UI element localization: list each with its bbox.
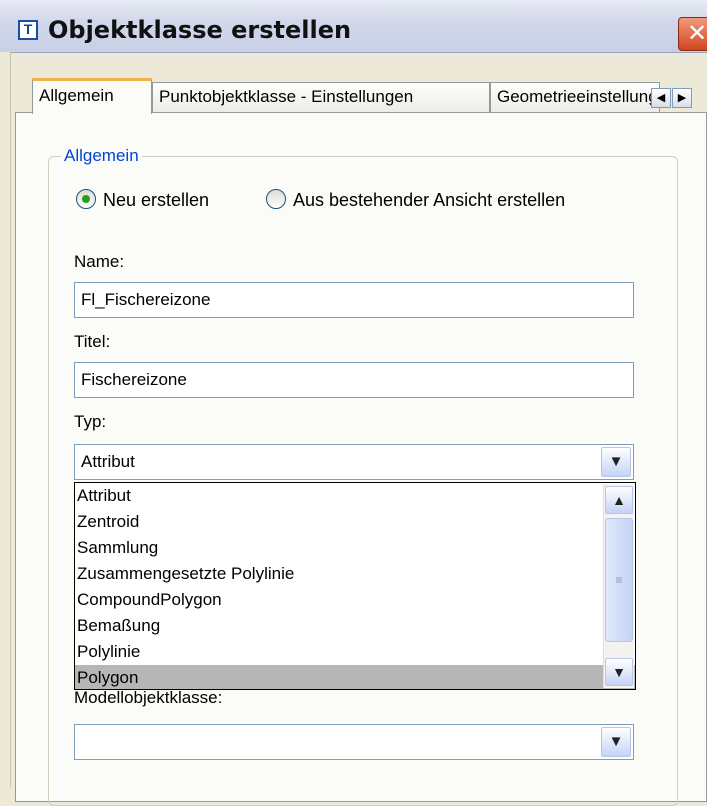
window-title: Objektklasse erstellen [48,16,352,44]
tab-scroll-right-button[interactable]: ▶ [672,88,692,108]
list-item-polygon[interactable]: Polygon [75,665,635,689]
chevron-up-icon[interactable]: ▲ [605,486,633,514]
group-title: Allgemein [64,146,139,165]
title-label: Titel: [74,332,111,351]
list-item-bemassung[interactable]: Bemaßung [75,613,635,639]
list-item-zentroid[interactable]: Zentroid [75,509,635,535]
chevron-down-icon[interactable]: ▼ [601,727,631,757]
type-select[interactable]: Attribut ▼ [74,444,634,480]
radio-new[interactable]: Neu erstellen [76,188,209,212]
radio-existing-label: Aus bestehender Ansicht erstellen [293,190,566,210]
radio-unchecked-icon [266,189,286,209]
list-item-zusammengesetzte-polylinie[interactable]: Zusammengesetzte Polylinie [75,561,635,587]
list-item-compoundpolygon[interactable]: CompoundPolygon [75,587,635,613]
list-item-polylinie[interactable]: Polylinie [75,639,635,665]
scrollbar-thumb[interactable]: ≡ [605,518,633,642]
chevron-down-icon[interactable]: ▼ [605,658,633,686]
tab-punktobjektklasse-einstellungen[interactable]: Punktobjektklasse - Einstellungen [152,82,490,113]
name-field[interactable]: Fl_Fischereizone [74,282,634,318]
type-select-value: Attribut [81,452,135,471]
chevron-down-icon[interactable]: ▼ [601,447,631,477]
title-field[interactable]: Fischereizone [74,362,634,398]
radio-checked-icon [76,189,96,209]
list-item-sammlung[interactable]: Sammlung [75,535,635,561]
name-label: Name: [74,252,125,271]
window-border [0,52,11,787]
list-item-attribut[interactable]: Attribut [75,483,635,509]
model-class-select[interactable]: ▼ [74,724,634,760]
type-label: Typ: [74,412,107,431]
model-class-label: Modellobjektklasse: [74,688,223,707]
grip-icon: ≡ [615,573,623,587]
type-dropdown-list: Attribut Zentroid Sammlung Zusammengeset… [74,482,636,690]
dropdown-scrollbar[interactable]: ▲ ≡ ▼ [603,484,634,688]
close-button[interactable]: ✕ [678,17,707,51]
title-bar: T Objektklasse erstellen ✕ [0,0,707,53]
tab-scroll-left-button[interactable]: ◀ [651,88,671,108]
radio-from-existing-view[interactable]: Aus bestehender Ansicht erstellen [266,188,565,212]
tab-allgemein[interactable]: Allgemein [32,78,152,114]
radio-new-label: Neu erstellen [103,190,210,210]
tab-geometrieeinstellungen[interactable]: Geometrieeinstellungen [490,82,660,113]
app-icon: T [18,20,38,40]
